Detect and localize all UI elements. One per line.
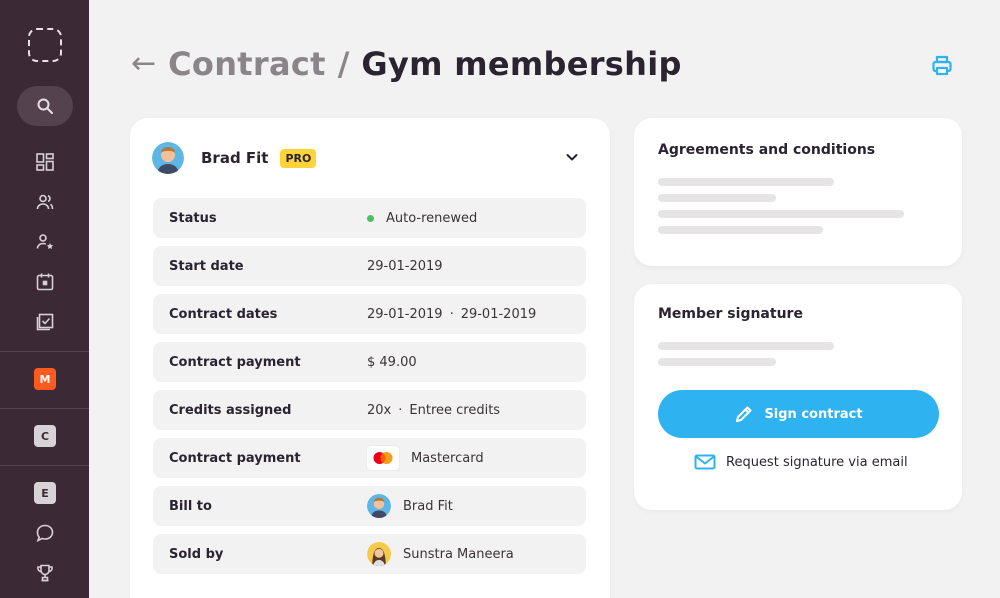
member-name: Brad Fit <box>201 149 269 167</box>
text-placeholder <box>658 358 776 366</box>
text-placeholder <box>658 226 823 234</box>
row-value: $ 49.00 <box>367 354 417 370</box>
calendar-icon[interactable] <box>33 270 57 294</box>
avatar <box>367 542 391 566</box>
request-signature-email-link[interactable]: Request signature via email <box>694 454 908 470</box>
user-star-icon[interactable] <box>33 230 57 254</box>
row-label: Contract payment <box>169 354 301 370</box>
text-placeholder <box>658 210 904 218</box>
breadcrumb-separator: / <box>337 45 350 83</box>
signature-title: Member signature <box>658 306 803 322</box>
sidebar-divider <box>0 351 89 352</box>
search-icon <box>37 98 53 114</box>
envelope-icon <box>694 454 716 470</box>
detail-row-sold-by: Sold by Sunstra Maneera <box>153 534 586 574</box>
sidebar-divider <box>0 408 89 409</box>
detail-row-contract-payment: Contract payment $ 49.00 <box>153 342 586 382</box>
detail-row-payment-method: Contract payment Mastercard <box>153 438 586 478</box>
request-signature-label: Request signature via email <box>726 454 908 470</box>
page-title: Gym membership <box>361 45 682 83</box>
pen-icon <box>736 406 752 422</box>
sign-contract-label: Sign contract <box>764 406 863 422</box>
status-dot-icon <box>367 214 374 222</box>
row-label: Contract dates <box>169 306 278 322</box>
users-icon[interactable] <box>33 190 57 214</box>
row-value: 29-01-2019 <box>367 258 443 274</box>
breadcrumb-parent[interactable]: Contract <box>168 45 326 83</box>
row-label: Bill to <box>169 498 212 514</box>
detail-row-contract-dates: Contract dates 29-01-2019 · 29-01-2019 <box>153 294 586 334</box>
detail-row-status: Status Auto-renewed <box>153 198 586 238</box>
chevron-down-icon[interactable] <box>564 149 580 165</box>
row-label: Contract payment <box>169 450 301 466</box>
text-placeholder <box>658 342 834 350</box>
row-value: 20x · Entree credits <box>367 402 501 418</box>
row-label: Sold by <box>169 546 224 562</box>
row-value: Sunstra Maneera <box>367 542 514 566</box>
search-button[interactable] <box>17 86 73 126</box>
detail-row-bill-to: Bill to Brad Fit <box>153 486 586 526</box>
sign-contract-button[interactable]: Sign contract <box>658 390 939 438</box>
agreements-title: Agreements and conditions <box>658 142 876 158</box>
checklist-icon[interactable] <box>33 310 57 334</box>
detail-row-credits: Credits assigned 20x · Entree credits <box>153 390 586 430</box>
printer-icon[interactable] <box>930 54 954 78</box>
row-label: Start date <box>169 258 244 274</box>
agreements-card: Agreements and conditions <box>634 118 962 266</box>
detail-row-start-date: Start date 29-01-2019 <box>153 246 586 286</box>
row-value: Mastercard <box>367 446 484 470</box>
avatar <box>152 142 184 174</box>
member-signature-card: Member signature Sign contract Request s… <box>634 284 962 510</box>
workspace-m-badge[interactable]: M <box>34 368 56 390</box>
row-value: Auto-renewed <box>367 211 477 226</box>
row-label: Credits assigned <box>169 402 292 418</box>
avatar <box>367 494 391 518</box>
sidebar: M C E <box>0 0 89 598</box>
chat-icon[interactable] <box>33 521 57 545</box>
logo-placeholder-icon[interactable] <box>28 28 62 62</box>
workspace-e-badge[interactable]: E <box>34 482 56 504</box>
text-placeholder <box>658 194 776 202</box>
trophy-icon[interactable] <box>33 561 57 585</box>
row-label: Status <box>169 210 217 226</box>
contract-details-card: Brad Fit PRO Status Auto-renewed Start d… <box>130 118 610 598</box>
text-placeholder <box>658 178 834 186</box>
workspace-c-badge[interactable]: C <box>34 425 56 447</box>
sidebar-divider <box>0 465 89 466</box>
member-header[interactable]: Brad Fit PRO <box>152 140 588 176</box>
row-value: Brad Fit <box>367 494 453 518</box>
mastercard-icon <box>367 446 399 470</box>
breadcrumb: ← Contract / Gym membership <box>131 42 682 86</box>
dashboard-icon[interactable] <box>33 150 57 174</box>
pro-badge: PRO <box>280 148 317 168</box>
back-arrow-icon[interactable]: ← <box>131 49 156 79</box>
row-value: 29-01-2019 · 29-01-2019 <box>367 306 537 322</box>
